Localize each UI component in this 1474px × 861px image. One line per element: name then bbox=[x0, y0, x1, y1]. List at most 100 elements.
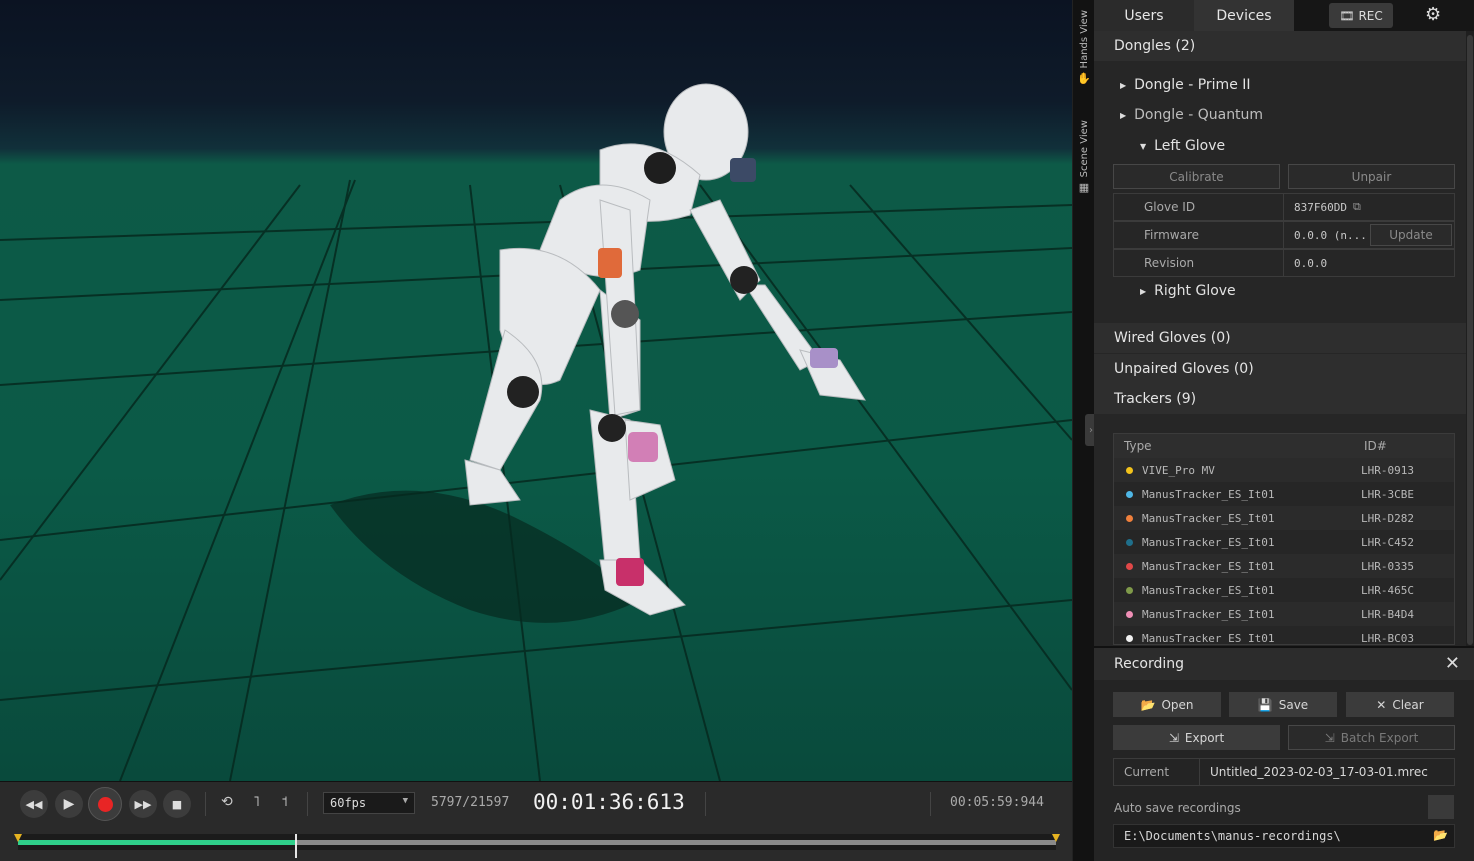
table-row[interactable]: ManusTracker_ES_It01 LHR-D282 bbox=[1114, 506, 1454, 530]
table-row[interactable]: VIVE_Pro MV LHR-0913 bbox=[1114, 458, 1454, 482]
prop-key: Firmware bbox=[1114, 222, 1284, 248]
prop-value: 0.0.0 (n... bbox=[1294, 228, 1367, 242]
table-row[interactable]: ManusTracker_ES_It01 LHR-BC03 bbox=[1114, 626, 1454, 644]
export-button[interactable]: ⇲ Export bbox=[1113, 725, 1280, 750]
panel-scrollbar[interactable] bbox=[1466, 31, 1474, 646]
tracker-id: LHR-D282 bbox=[1361, 511, 1414, 525]
table-row[interactable]: ManusTracker_ES_It01 LHR-C452 bbox=[1114, 530, 1454, 554]
prop-row-glove-id: Glove ID 837F60DD ⧉ bbox=[1113, 193, 1455, 221]
gear-icon[interactable]: ⚙ bbox=[1425, 4, 1441, 25]
tab-users[interactable]: Users bbox=[1094, 0, 1194, 31]
chevron-right-icon: › bbox=[1089, 424, 1093, 436]
devices-panel: Users Devices 🎞 REC ⚙ Dongles (2) ▶ Dong… bbox=[1094, 0, 1474, 861]
chevron-down-icon: ▼ bbox=[1140, 141, 1147, 151]
close-icon: ✕ bbox=[1376, 697, 1387, 712]
tree-item-right-glove[interactable]: ▶ Right Glove bbox=[1140, 283, 1236, 299]
tab-devices[interactable]: Devices bbox=[1194, 0, 1294, 31]
close-icon[interactable]: ✕ bbox=[1445, 653, 1460, 674]
unpair-button[interactable]: Unpair bbox=[1288, 164, 1455, 189]
play-icon: ▶ bbox=[63, 796, 75, 812]
record-button[interactable] bbox=[88, 787, 122, 821]
tree-item-dongle-prime[interactable]: ▶ Dongle - Prime II bbox=[1120, 77, 1251, 93]
tab-scene-view[interactable]: Scene View ▦ bbox=[1073, 120, 1095, 208]
prop-value: 0.0.0 bbox=[1294, 256, 1328, 270]
scene-viewport[interactable] bbox=[0, 0, 1072, 781]
table-row[interactable]: ManusTracker_ES_It01 LHR-3CBE bbox=[1114, 482, 1454, 506]
tracker-type: ManusTracker_ES_It01 bbox=[1142, 607, 1275, 621]
play-button[interactable]: ▶ bbox=[55, 790, 83, 818]
table-row[interactable]: ManusTracker_ES_It01 LHR-B4D4 bbox=[1114, 602, 1454, 626]
open-button[interactable]: 📂 Open bbox=[1113, 692, 1221, 717]
table-header: Type ID# bbox=[1114, 434, 1454, 458]
right-glove-label: Right Glove bbox=[1154, 283, 1236, 299]
step-back-icon: ◀◀ bbox=[25, 797, 43, 811]
autosave-checkbox[interactable] bbox=[1428, 795, 1454, 819]
current-recording-row: Current Untitled_2023-02-03_17-03-01.mre… bbox=[1113, 758, 1455, 786]
tracker-type: ManusTracker_ES_It01 bbox=[1142, 487, 1275, 501]
folder-icon[interactable]: 📂 bbox=[1433, 828, 1448, 842]
step-back-button[interactable]: ◀◀ bbox=[20, 790, 48, 818]
trackers-header[interactable]: Trackers (9) bbox=[1094, 384, 1466, 414]
chevron-right-icon: ▶ bbox=[1140, 286, 1147, 296]
update-button[interactable]: Update bbox=[1370, 224, 1452, 246]
calibrate-button[interactable]: Calibrate bbox=[1113, 164, 1280, 189]
divider bbox=[930, 792, 931, 816]
tracker-color-dot bbox=[1126, 562, 1133, 570]
batch-export-button[interactable]: ⇲ Batch Export bbox=[1288, 725, 1455, 750]
batch-export-label: Batch Export bbox=[1340, 730, 1419, 745]
autosave-path-field[interactable]: E:\Documents\manus-recordings\ 📂 bbox=[1113, 824, 1455, 848]
film-icon: 🎞 bbox=[1339, 8, 1355, 23]
table-row[interactable]: ManusTracker_ES_It01 LHR-465C bbox=[1114, 578, 1454, 602]
table-row[interactable]: ManusTracker_ES_It01 LHR-0335 bbox=[1114, 554, 1454, 578]
step-forward-button[interactable]: ▶▶ bbox=[129, 790, 157, 818]
left-glove-label: Left Glove bbox=[1154, 138, 1226, 154]
export-label: Export bbox=[1184, 730, 1225, 745]
prop-value: 837F60DD bbox=[1294, 200, 1347, 214]
range-end-marker[interactable] bbox=[1052, 834, 1060, 842]
timeline-scrubber[interactable] bbox=[14, 834, 1060, 858]
tab-hands-view[interactable]: Hands View ✋ bbox=[1073, 10, 1095, 102]
tree-item-left-glove[interactable]: ▼ Left Glove bbox=[1140, 138, 1225, 154]
divider bbox=[705, 792, 706, 816]
tracker-color-dot bbox=[1126, 490, 1133, 498]
chevron-right-icon: ▶ bbox=[1120, 80, 1127, 90]
wired-gloves-header[interactable]: Wired Gloves (0) bbox=[1094, 323, 1466, 353]
dongles-header[interactable]: Dongles (2) bbox=[1094, 31, 1466, 61]
tree-item-dongle-quantum[interactable]: ▶ Dongle - Quantum bbox=[1120, 107, 1263, 123]
tracker-type: ManusTracker_ES_It01 bbox=[1142, 535, 1275, 549]
range-start-marker[interactable] bbox=[14, 834, 22, 842]
mark-in-icon[interactable]: ˥ bbox=[253, 794, 260, 810]
rec-button[interactable]: 🎞 REC bbox=[1329, 3, 1393, 28]
dongle-prime-label: Dongle - Prime II bbox=[1134, 77, 1251, 93]
open-label: Open bbox=[1161, 697, 1194, 712]
tracker-id: LHR-3CBE bbox=[1361, 487, 1414, 501]
tracker-type: VIVE_Pro MV bbox=[1142, 463, 1215, 477]
hand-icon: ✋ bbox=[1077, 72, 1091, 86]
save-button[interactable]: 💾 Save bbox=[1229, 692, 1337, 717]
mark-out-icon[interactable]: ˦ bbox=[281, 794, 288, 810]
scroll-thumb[interactable] bbox=[1467, 35, 1473, 645]
stop-button[interactable]: ■ bbox=[163, 790, 191, 818]
autosave-path: E:\Documents\manus-recordings\ bbox=[1124, 829, 1341, 843]
clear-button[interactable]: ✕ Clear bbox=[1346, 692, 1454, 717]
timecode: 00:01:36:613 bbox=[533, 790, 685, 814]
column-id: ID# bbox=[1364, 439, 1387, 453]
recording-panel: Recording ✕ 📂 Open 💾 Save ✕ Clear ⇲ Export ⇲… bbox=[1094, 646, 1474, 861]
unpaired-gloves-header[interactable]: Unpaired Gloves (0) bbox=[1094, 354, 1466, 384]
step-forward-icon: ▶▶ bbox=[134, 797, 152, 811]
top-tab-bar: Users Devices 🎞 REC ⚙ bbox=[1094, 0, 1474, 31]
chevron-down-icon: ▼ bbox=[402, 796, 408, 806]
tracker-id: LHR-0913 bbox=[1361, 463, 1414, 477]
playhead[interactable] bbox=[295, 834, 298, 858]
scene-render bbox=[0, 83, 1072, 781]
column-type: Type bbox=[1124, 439, 1152, 453]
prop-key: Glove ID bbox=[1114, 194, 1284, 220]
frame-counter: 5797/21597 bbox=[431, 795, 510, 810]
loop-icon[interactable]: ⟲ bbox=[221, 794, 233, 810]
fps-select[interactable]: 60fps ▼ bbox=[323, 792, 415, 814]
copy-icon[interactable]: ⧉ bbox=[1353, 200, 1361, 214]
current-label: Current bbox=[1114, 759, 1200, 785]
tracker-color-dot bbox=[1126, 586, 1133, 594]
batch-export-icon: ⇲ bbox=[1324, 730, 1335, 745]
save-label: Save bbox=[1278, 697, 1309, 712]
